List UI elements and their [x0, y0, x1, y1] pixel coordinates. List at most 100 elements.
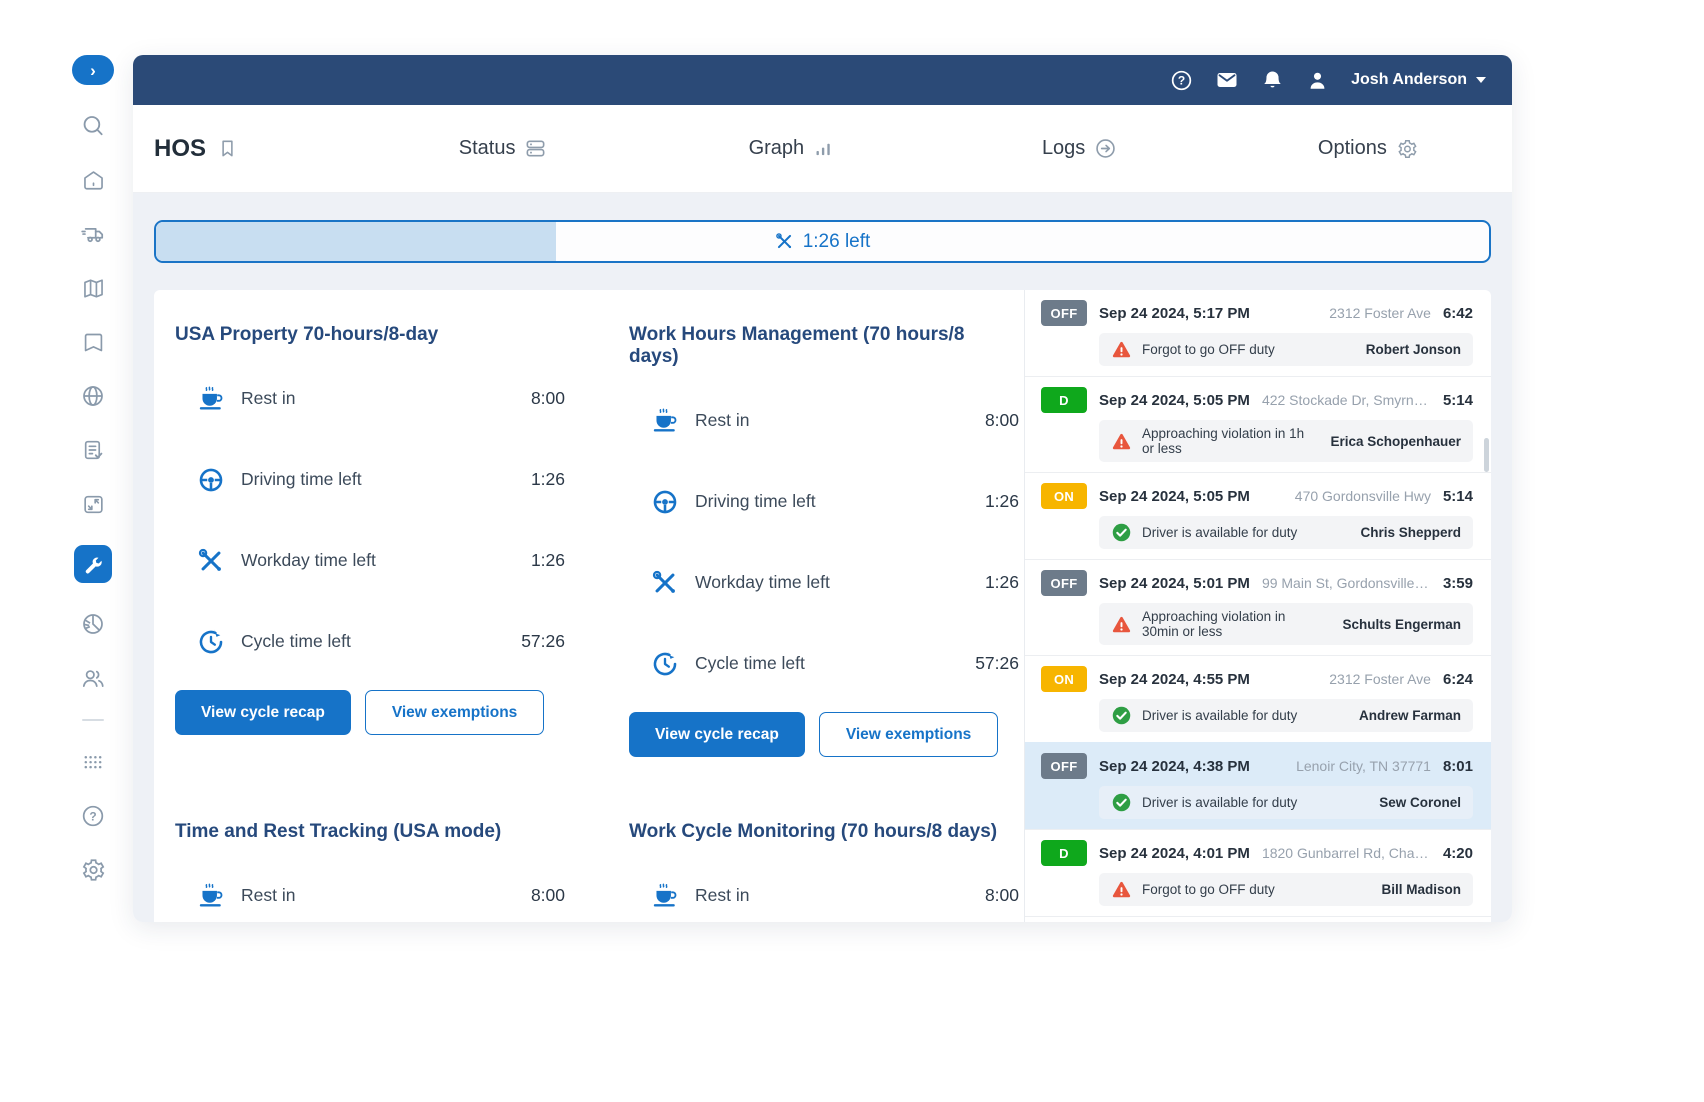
mail-icon[interactable]: [1215, 68, 1239, 92]
cycle-icon: [196, 627, 226, 657]
metric-value: 57:26: [975, 653, 1019, 674]
driver-name: Bill Madison: [1371, 882, 1461, 897]
entry-address: 1820 Gunbarrel Rd, Chattanooga,…: [1262, 845, 1431, 861]
duty-status-badge: ON: [1041, 666, 1087, 692]
entry-alert: Driver is available for duty Andrew Farm…: [1099, 699, 1473, 732]
card-title: Time and Rest Tracking (USA mode): [175, 821, 565, 843]
sidebar-globe-icon[interactable]: [80, 383, 106, 409]
activity-entry[interactable]: OFF Sep 24 2024, 3:58 PM 1100 Hammond Dr…: [1025, 916, 1491, 922]
entry-address: 99 Main St, Gordonsville, TN 38…: [1262, 575, 1431, 591]
view-cycle-recap-button[interactable]: View cycle recap: [175, 690, 351, 735]
metric-value: 1:26: [985, 572, 1019, 593]
entry-timestamp: Sep 24 2024, 5:17 PM: [1099, 305, 1250, 322]
metric-row: Driving time left 1:26: [175, 439, 565, 520]
activity-entry[interactable]: ON Sep 24 2024, 4:55 PM 2312 Foster Ave …: [1025, 655, 1491, 742]
card-time-rest-tracking: Time and Rest Tracking (USA mode) Rest i…: [175, 807, 565, 922]
view-cycle-recap-button[interactable]: View cycle recap: [629, 712, 805, 757]
sidebar-gear-icon[interactable]: [80, 857, 106, 883]
entry-address: 422 Stockade Dr, Smyrna, TN 37…: [1262, 392, 1431, 408]
activity-entry[interactable]: D Sep 24 2024, 4:01 PM 1820 Gunbarrel Rd…: [1025, 829, 1491, 916]
user-icon[interactable]: [1306, 69, 1329, 92]
activity-entry[interactable]: D Sep 24 2024, 5:05 PM 422 Stockade Dr, …: [1025, 376, 1491, 472]
sidebar-pie-chart-icon[interactable]: [80, 611, 106, 637]
tab-status[interactable]: Status: [359, 137, 647, 160]
entry-address: 470 Gordonsville Hwy: [1295, 488, 1431, 504]
metric-row: Rest in 8:00: [175, 358, 565, 439]
sidebar-help-icon[interactable]: ?: [80, 803, 106, 829]
sidebar-apps-grid-icon[interactable]: [80, 749, 106, 775]
sidebar-users-icon[interactable]: [80, 665, 106, 691]
user-menu[interactable]: Josh Anderson: [1351, 71, 1486, 89]
card-title: Work Hours Management (70 hours/8 days): [629, 324, 1019, 368]
driver-name: Andrew Farman: [1349, 708, 1461, 723]
entry-alert: Forgot to go OFF duty Bill Madison: [1099, 873, 1473, 906]
metric-row: Cycle time left 57:26: [175, 601, 565, 682]
sidebar-divider: [82, 719, 104, 721]
sidebar-map-icon[interactable]: [80, 275, 106, 301]
card-title: Work Cycle Monitoring (70 hours/8 days): [629, 821, 1019, 843]
sidebar-truck-icon[interactable]: [80, 221, 106, 247]
tab-label: Options: [1318, 137, 1387, 160]
entry-timestamp: Sep 24 2024, 5:05 PM: [1099, 392, 1250, 409]
cup-icon: [196, 384, 226, 414]
duty-status-badge: OFF: [1041, 570, 1087, 596]
bell-icon[interactable]: [1261, 69, 1284, 92]
time-left-text: 1:26 left: [803, 231, 871, 253]
tab-graph[interactable]: Graph: [647, 137, 935, 160]
activity-entry[interactable]: OFF Sep 24 2024, 4:38 PM Lenoir City, TN…: [1025, 742, 1491, 829]
hos-cards: USA Property 70-hours/8-day Rest in 8:00…: [154, 290, 1024, 922]
page-title-block: HOS: [154, 135, 359, 163]
metric-value: 8:00: [531, 388, 565, 409]
card-title: USA Property 70-hours/8-day: [175, 324, 565, 346]
activity-entry[interactable]: OFF Sep 24 2024, 5:17 PM 2312 Foster Ave…: [1025, 290, 1491, 376]
page-title: HOS: [154, 135, 206, 163]
options-icon: [1396, 138, 1418, 160]
warning-icon: [1111, 431, 1132, 452]
sidebar-wrench-icon[interactable]: [74, 545, 112, 583]
cycle-icon: [650, 649, 680, 679]
metric-label: Driving time left: [695, 491, 970, 512]
warning-icon: [1111, 879, 1132, 900]
metric-value: 8:00: [985, 410, 1019, 431]
activity-entry[interactable]: ON Sep 24 2024, 5:05 PM 470 Gordonsville…: [1025, 472, 1491, 559]
view-exemptions-button[interactable]: View exemptions: [819, 712, 998, 757]
view-exemptions-button[interactable]: View exemptions: [365, 690, 544, 735]
tab-label: Status: [459, 137, 516, 160]
metric-label: Rest in: [695, 885, 970, 906]
metric-value: 8:00: [985, 885, 1019, 906]
entry-address: Lenoir City, TN 37771: [1296, 758, 1431, 774]
sidebar-home-icon[interactable]: [80, 167, 106, 193]
sidebar-document-check-icon[interactable]: [80, 437, 106, 463]
gauge-label: 1:26 left: [156, 222, 1489, 261]
entry-alert: Approaching violation in 30min or less S…: [1099, 603, 1473, 645]
driver-name: Robert Jonson: [1356, 342, 1461, 357]
driver-name: Schults Engerman: [1332, 617, 1461, 632]
alert-text: Forgot to go OFF duty: [1142, 882, 1275, 897]
cup-icon: [650, 406, 680, 436]
tab-logs[interactable]: Logs: [936, 137, 1224, 160]
metric-row: Rest in 8:00: [629, 855, 1019, 922]
help-icon[interactable]: ?: [1170, 69, 1193, 92]
svg-text:?: ?: [89, 809, 96, 823]
driver-name: Erica Schopenhauer: [1320, 434, 1461, 449]
app-window: ? Josh Anderson HOS: [133, 55, 1512, 922]
sidebar-collapse-icon[interactable]: [80, 491, 106, 517]
svg-text:?: ?: [1178, 73, 1185, 87]
duty-status-badge: OFF: [1041, 753, 1087, 779]
cup-icon: [196, 881, 226, 911]
alert-text: Driver is available for duty: [1142, 525, 1297, 540]
sidebar-search-icon[interactable]: [80, 113, 106, 139]
entry-duration: 4:20: [1443, 845, 1473, 862]
main-panel: USA Property 70-hours/8-day Rest in 8:00…: [154, 290, 1491, 922]
sidebar-bookmark-tab-icon[interactable]: [80, 329, 106, 355]
activity-entry[interactable]: OFF Sep 24 2024, 5:01 PM 99 Main St, Gor…: [1025, 559, 1491, 655]
entry-duration: 6:42: [1443, 305, 1473, 322]
cup-icon: [650, 881, 680, 911]
scrollbar-thumb[interactable]: [1484, 438, 1489, 472]
metric-row: Workday time left 1:26: [175, 520, 565, 601]
tools-icon: [650, 568, 680, 598]
duty-status-badge: D: [1041, 387, 1087, 413]
metric-row: Cycle time left 57:26: [629, 623, 1019, 704]
sidebar-expand-icon[interactable]: ›: [72, 55, 114, 85]
tab-options[interactable]: Options: [1224, 137, 1512, 160]
